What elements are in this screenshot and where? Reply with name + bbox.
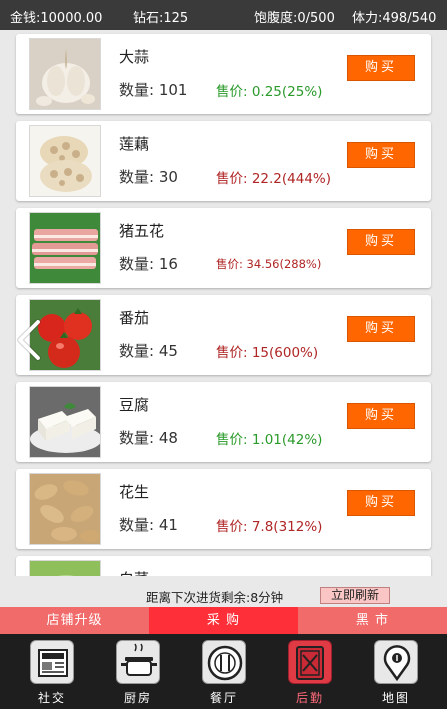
list-item: 猪五花 数量: 16 售价: 34.56(288%) 购买	[16, 208, 431, 288]
list-item: 莲藕 数量: 30 售价: 22.2(444%) 购买	[16, 121, 431, 201]
buy-button[interactable]: 购买	[347, 403, 415, 429]
list-item: 白菜	[16, 556, 431, 576]
nav-label: 地图	[381, 691, 410, 705]
item-name: 猪五花	[119, 222, 165, 240]
buy-button[interactable]: 购买	[347, 316, 415, 342]
item-price: 售价: 34.56(288%)	[216, 257, 322, 271]
item-price: 售价: 0.25(25%)	[216, 84, 323, 100]
plate-utensils-icon	[202, 640, 246, 684]
list-item: 豆腐 数量: 48 售价: 1.01(42%) 购买	[16, 382, 431, 462]
bottom-navigation: 社交 厨房 餐厅 后勤 地图	[0, 634, 447, 709]
tab-shop-upgrade[interactable]: 店铺升级	[0, 607, 149, 634]
map-pin-icon	[374, 640, 418, 684]
item-price: 售价: 1.01(42%)	[216, 432, 323, 448]
newspaper-icon	[30, 640, 74, 684]
tab-purchase[interactable]: 采 购	[149, 607, 298, 634]
nav-kitchen[interactable]: 厨房	[112, 640, 164, 705]
item-price: 售价: 15(600%)	[216, 345, 319, 361]
list-item: 番茄 数量: 45 售价: 15(600%) 购买	[16, 295, 431, 375]
garlic-image	[29, 38, 101, 110]
item-name: 花生	[119, 483, 150, 501]
item-quantity: 数量: 30	[119, 168, 178, 186]
item-name: 大蒜	[119, 48, 150, 66]
nav-label: 后勤	[295, 691, 324, 705]
nav-social[interactable]: 社交	[26, 640, 78, 705]
stamina-display: 体力:498/540	[352, 11, 437, 26]
purchase-item-list[interactable]: 大蒜 数量: 101 售价: 0.25(25%) 购买 莲藕 数量: 30 售价…	[0, 30, 447, 576]
money-display: 金钱:10000.00	[10, 11, 103, 26]
chevron-left-icon[interactable]	[14, 318, 44, 362]
item-quantity: 数量: 101	[119, 81, 188, 99]
diamond-display: 钻石:125	[133, 11, 189, 26]
shop-tabs: 店铺升级 采 购 黑 市	[0, 607, 447, 634]
lotus-root-image	[29, 125, 101, 197]
item-name: 白菜	[119, 568, 149, 576]
item-name: 番茄	[119, 309, 150, 327]
tab-black-market[interactable]: 黑 市	[298, 607, 447, 634]
nav-label: 社交	[37, 691, 66, 705]
nav-label: 厨房	[123, 691, 152, 705]
item-quantity: 数量: 45	[119, 342, 178, 360]
logistics-icon	[288, 640, 332, 684]
item-quantity: 数量: 16	[119, 255, 178, 273]
refresh-now-button[interactable]: 立即刷新	[320, 587, 390, 604]
buy-button[interactable]: 购买	[347, 55, 415, 81]
item-quantity: 数量: 41	[119, 516, 178, 534]
tofu-image	[29, 386, 101, 458]
item-price: 售价: 7.8(312%)	[216, 519, 323, 535]
nav-logistics[interactable]: 后勤	[284, 640, 336, 705]
item-quantity: 数量: 48	[119, 429, 178, 447]
nav-restaurant[interactable]: 餐厅	[198, 640, 250, 705]
nav-label: 餐厅	[209, 691, 238, 705]
list-item: 大蒜 数量: 101 售价: 0.25(25%) 购买	[16, 34, 431, 114]
item-name: 莲藕	[119, 135, 150, 153]
satiety-display: 饱腹度:0/500	[254, 11, 335, 26]
nav-map[interactable]: 地图	[370, 640, 422, 705]
item-name: 豆腐	[119, 396, 150, 414]
list-item: 花生 数量: 41 售价: 7.8(312%) 购买	[16, 469, 431, 549]
peanut-image	[29, 473, 101, 545]
cooking-pot-icon	[116, 640, 160, 684]
buy-button[interactable]: 购买	[347, 229, 415, 255]
buy-button[interactable]: 购买	[347, 142, 415, 168]
pork-belly-image	[29, 212, 101, 284]
item-price: 售价: 22.2(444%)	[216, 171, 332, 187]
buy-button[interactable]: 购买	[347, 490, 415, 516]
status-bar: 金钱:10000.00 钻石:125 饱腹度:0/500 体力:498/540	[0, 0, 447, 30]
restock-timer: 距离下次进货剩余:8分钟	[146, 590, 284, 605]
cabbage-image	[29, 560, 101, 576]
restock-bar: 距离下次进货剩余:8分钟 立即刷新	[0, 583, 447, 605]
